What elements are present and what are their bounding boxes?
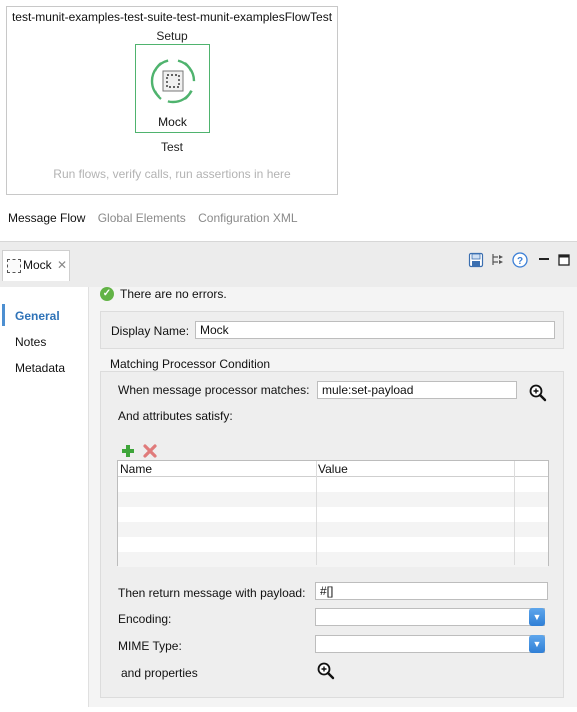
zoom-properties-icon[interactable] (317, 662, 335, 680)
add-attribute-button[interactable] (121, 444, 135, 458)
display-name-field[interactable] (195, 321, 555, 339)
tab-global-elements[interactable]: Global Elements (98, 211, 186, 225)
mime-type-select[interactable]: ▼ (315, 635, 545, 653)
mock-processor[interactable]: Mock (135, 44, 210, 133)
save-icon[interactable] (468, 252, 484, 268)
mock-label: Mock (158, 115, 187, 129)
minimize-icon[interactable] (536, 252, 552, 268)
table-header-value[interactable]: Value (316, 461, 514, 477)
close-icon[interactable]: ✕ (57, 258, 67, 272)
nav-active-indicator (2, 304, 5, 326)
tab-message-flow[interactable]: Message Flow (8, 211, 85, 225)
check-icon: ✓ (100, 287, 114, 301)
properties-tab-label: Mock (23, 258, 52, 272)
payload-field[interactable] (315, 582, 548, 600)
status-text: There are no errors. (120, 287, 227, 301)
nav-notes[interactable]: Notes (15, 335, 46, 349)
general-group: Display Name: (100, 311, 564, 349)
tree-icon[interactable] (490, 252, 506, 268)
chevron-down-icon: ▼ (529, 608, 545, 626)
plus-icon (122, 445, 134, 457)
matches-label: When message processor matches: (118, 383, 310, 397)
flow-title: test-munit-examples-test-suite-test-muni… (11, 10, 333, 24)
matching-condition-group: When message processor matches: And attr… (100, 371, 564, 698)
help-icon[interactable]: ? (512, 252, 528, 268)
table-header-extra (514, 461, 548, 477)
delete-icon (143, 444, 157, 458)
return-payload-label: Then return message with payload: (118, 586, 306, 600)
test-label: Test (160, 140, 183, 154)
flow-canvas: test-munit-examples-test-suite-test-muni… (6, 6, 338, 195)
nav-general[interactable]: General (15, 309, 60, 323)
canvas-hint: Run flows, verify calls, run assertions … (53, 167, 291, 181)
display-name-label: Display Name: (111, 324, 190, 338)
processor-match-field[interactable] (317, 381, 517, 399)
mime-type-label: MIME Type: (118, 639, 182, 653)
maximize-icon[interactable] (556, 252, 572, 268)
nav-metadata[interactable]: Metadata (15, 361, 65, 375)
mock-tab-icon (7, 259, 21, 273)
table-row (118, 492, 548, 507)
remove-attribute-button[interactable] (143, 444, 157, 458)
table-row (118, 552, 548, 567)
editor-tabs: Message Flow Global Elements Configurati… (8, 211, 307, 229)
column-separator (316, 461, 317, 565)
setup-label: Setup (156, 29, 188, 43)
tab-configuration-xml[interactable]: Configuration XML (198, 211, 297, 225)
encoding-label: Encoding: (118, 612, 172, 626)
attributes-label: And attributes satisfy: (118, 409, 233, 423)
table-row (118, 522, 548, 537)
encoding-select[interactable]: ▼ (315, 608, 545, 626)
and-properties-label: and properties (121, 666, 198, 680)
table-header-name[interactable]: Name (118, 461, 316, 477)
attributes-table[interactable]: Name Value (117, 460, 549, 567)
svg-text:?: ? (517, 256, 523, 267)
properties-side-nav: General Notes Metadata (0, 287, 88, 707)
mock-icon (150, 58, 196, 104)
chevron-down-icon: ▼ (529, 635, 545, 653)
section-title: Matching Processor Condition (110, 357, 271, 371)
properties-tab-mock[interactable]: Mock ✕ (2, 250, 70, 281)
column-separator (514, 461, 515, 565)
properties-header: Mock ✕ ? (0, 241, 577, 288)
zoom-search-icon[interactable] (529, 384, 547, 402)
